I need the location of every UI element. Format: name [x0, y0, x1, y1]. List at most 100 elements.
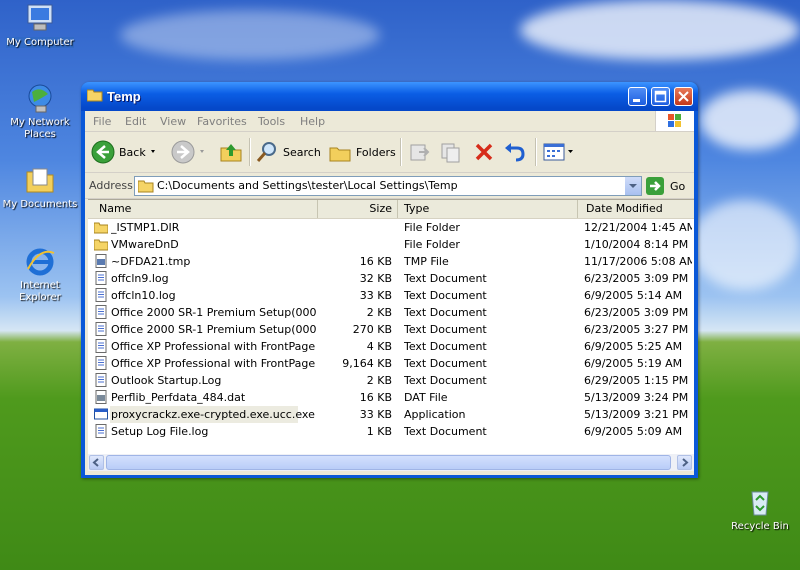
window-title: Temp	[107, 89, 141, 104]
back-button[interactable]: Back	[91, 139, 160, 165]
minimize-button[interactable]	[628, 87, 647, 106]
undo-button[interactable]	[503, 139, 527, 165]
go-label: Go	[670, 179, 686, 193]
views-button[interactable]	[542, 139, 576, 165]
menu-bar: File Edit View Favorites Tools Help	[85, 111, 694, 132]
forward-button[interactable]	[171, 139, 209, 165]
go-button[interactable]: Go	[646, 177, 685, 195]
file-row[interactable]: Office XP Professional with FrontPage S.…	[88, 355, 694, 372]
text-document-icon	[94, 373, 108, 387]
menu-view[interactable]: View	[160, 115, 186, 128]
file-type: Text Document	[404, 374, 487, 387]
file-row[interactable]: Setup Log File.log 1 KB Text Document 6/9/2…	[88, 423, 694, 440]
menu-edit[interactable]: Edit	[125, 115, 146, 128]
delete-button[interactable]	[472, 139, 496, 165]
minimize-icon	[633, 99, 640, 102]
file-date-modified: 5/13/2009 3:21 PM	[584, 408, 689, 421]
file-row[interactable]: offcln10.log 33 KB Text Document 6/9/2005 5…	[88, 287, 694, 304]
copy-to-button[interactable]	[439, 139, 463, 165]
menu-favorites[interactable]: Favorites	[197, 115, 247, 128]
delete-icon	[475, 143, 493, 161]
go-arrow-icon	[646, 177, 664, 195]
file-date-modified: 1/10/2004 8:14 PM	[584, 238, 689, 251]
file-type: Text Document	[404, 340, 487, 353]
file-size: 33 KB	[359, 289, 392, 302]
address-label: Address	[89, 179, 133, 192]
text-document-icon	[94, 271, 108, 285]
desktop-icon-internet-explorer[interactable]: Internet Explorer	[0, 245, 80, 304]
file-type: DAT File	[404, 391, 448, 404]
address-value: C:\Documents and Settings\tester\Local S…	[157, 179, 458, 192]
file-name: Office XP Professional with FrontPage S.…	[111, 357, 316, 370]
desktop-icon-my-computer[interactable]: My Computer	[0, 2, 80, 49]
file-name: Office 2000 SR-1 Premium Setup(0002)....	[111, 306, 316, 319]
file-date-modified: 6/9/2005 5:19 AM	[584, 357, 683, 370]
close-icon	[678, 91, 689, 102]
title-bar[interactable]: Temp	[81, 82, 698, 111]
desktop-icon-my-documents[interactable]: My Documents	[0, 164, 80, 211]
desktop-icon-my-network-places[interactable]: My Network Places	[0, 82, 80, 141]
up-folder-button[interactable]	[219, 139, 243, 165]
column-header-date[interactable]: Date Modified	[578, 200, 694, 218]
address-bar: Address C:\Documents and Settings\tester…	[85, 174, 694, 199]
search-icon	[256, 142, 276, 162]
menu-tools[interactable]: Tools	[258, 115, 285, 128]
file-type: File Folder	[404, 238, 460, 251]
undo-icon	[505, 143, 525, 162]
file-row[interactable]: Office XP Professional with FrontPage S.…	[88, 338, 694, 355]
text-document-icon	[94, 424, 108, 438]
move-to-button[interactable]	[407, 139, 431, 165]
tmp-file-icon	[94, 254, 108, 268]
chevron-down-icon[interactable]	[146, 147, 160, 157]
toolbar-separator	[535, 138, 537, 166]
file-date-modified: 6/23/2005 3:09 PM	[584, 306, 689, 319]
column-header-size[interactable]: Size	[318, 200, 398, 218]
menu-file[interactable]: File	[93, 115, 111, 128]
file-row[interactable]: _ISTMP1.DIR File Folder 12/21/2004 1:45 AM	[88, 219, 694, 236]
up-folder-icon	[220, 144, 242, 162]
file-row[interactable]: VMwareDnD File Folder 1/10/2004 8:14 PM	[88, 236, 694, 253]
file-size: 33 KB	[359, 408, 392, 421]
windows-logo	[655, 111, 694, 131]
text-document-icon	[94, 322, 108, 336]
text-document-icon	[94, 288, 108, 302]
horizontal-scrollbar[interactable]	[88, 454, 694, 471]
desktop-icon-recycle-bin[interactable]: Recycle Bin	[720, 486, 800, 533]
file-row[interactable]: Office 2000 SR-1 Premium Setup(0002)....…	[88, 304, 694, 321]
text-document-icon	[94, 356, 108, 370]
scroll-left-button[interactable]	[89, 455, 104, 470]
search-button[interactable]: Search	[255, 139, 321, 165]
file-row[interactable]: Outlook Startup.Log 2 KB Text Document 6/29…	[88, 372, 694, 389]
recycle-bin-icon	[744, 486, 776, 518]
file-date-modified: 12/21/2004 1:45 AM	[584, 221, 692, 234]
chevron-down-icon[interactable]	[195, 147, 209, 157]
close-button[interactable]	[674, 87, 693, 106]
file-row[interactable]: proxycrackz.exe-crypted.exe.ucc.exe 33 KB…	[88, 406, 694, 423]
maximize-button[interactable]	[651, 87, 670, 106]
column-header-type[interactable]: Type	[398, 200, 578, 218]
folders-button[interactable]: Folders	[328, 139, 396, 165]
column-header-name[interactable]: Name	[88, 200, 318, 218]
file-size: 2 KB	[366, 306, 392, 319]
scroll-right-button[interactable]	[677, 455, 692, 470]
file-row[interactable]: ~DFDA21.tmp 16 KB TMP File 11/17/2006 5:08 …	[88, 253, 694, 270]
file-size: 2 KB	[366, 374, 392, 387]
menu-help[interactable]: Help	[300, 115, 325, 128]
file-row[interactable]: Office 2000 SR-1 Premium Setup(0002)... 2…	[88, 321, 694, 338]
file-row[interactable]: Perflib_Perfdata_484.dat 16 KB DAT File 5/1…	[88, 389, 694, 406]
file-row[interactable]: offcln9.log 32 KB Text Document 6/23/2005 3…	[88, 270, 694, 287]
file-name: Office 2000 SR-1 Premium Setup(0002)...	[111, 323, 316, 336]
text-document-icon	[94, 305, 108, 319]
address-input[interactable]: C:\Documents and Settings\tester\Local S…	[134, 176, 642, 196]
file-name: Perflib_Perfdata_484.dat	[111, 391, 246, 404]
address-dropdown-button[interactable]	[625, 177, 641, 195]
scroll-thumb[interactable]	[106, 455, 671, 470]
file-size: 9,164 KB	[342, 357, 392, 370]
documents-folder-icon	[24, 164, 56, 196]
dat-file-icon	[94, 390, 108, 404]
window-body: File Edit View Favorites Tools Help Back	[85, 111, 694, 475]
file-size: 16 KB	[359, 255, 392, 268]
computer-icon	[24, 2, 56, 34]
chevron-down-icon[interactable]	[566, 147, 576, 157]
back-label: Back	[119, 145, 146, 159]
